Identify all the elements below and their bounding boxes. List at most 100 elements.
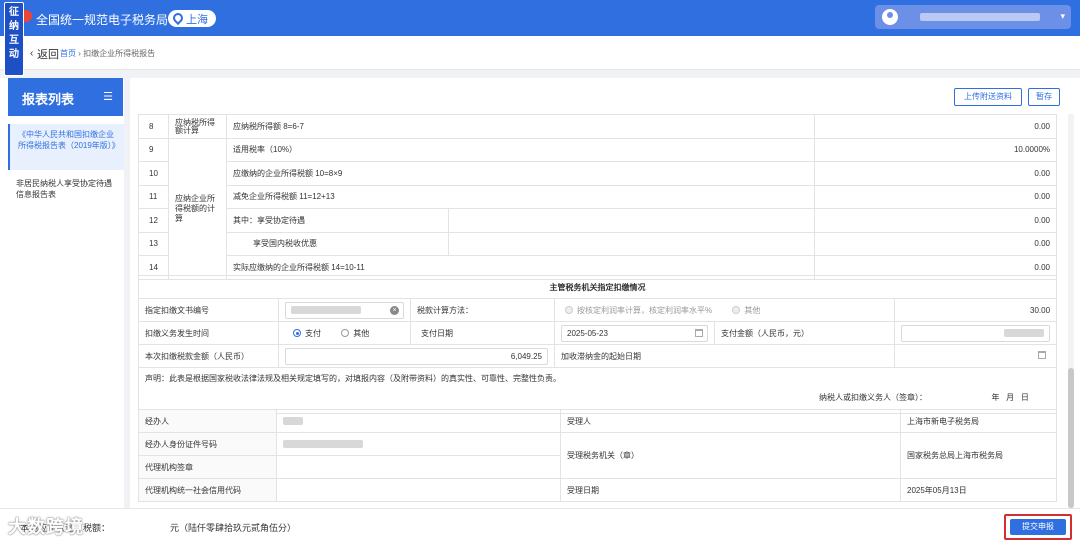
row-value: 0.00 [814, 208, 1057, 233]
pay-amount-input[interactable] [901, 324, 1051, 342]
accept-date-value: 2025年05月13日 [900, 478, 1057, 502]
table-row: 8 应纳税所得额计算 应纳税所得额 8=6-7 0.00 [138, 114, 1057, 139]
agency-seal-value [276, 455, 561, 479]
handler-table: 经办人 受理人 上海市新电子税务局 经办人身份证件号码 受理税务机关（章） 国家… [138, 409, 1057, 502]
back-button[interactable]: 返回 [37, 46, 59, 62]
table-row: 本次扣缴税款金额（人民币） 6,049.25 加收滞纳金的起始日期 [138, 344, 1058, 368]
badge-char: 互 [9, 35, 19, 46]
year-label: 年 [991, 393, 1000, 402]
blurred-value [283, 440, 363, 449]
blurred-value [291, 306, 361, 315]
row-label: 减免企业所得税额 11=12+13 [226, 184, 815, 209]
menu-icon[interactable]: ☰ [103, 90, 113, 103]
chevron-down-icon: ▾ [1060, 11, 1065, 21]
row-label: 应纳税所得额 8=6-7 [226, 114, 815, 139]
row-label: 适用税率（10%） [226, 137, 815, 162]
tax-amount-input[interactable]: 6,049.25 [285, 347, 548, 365]
upload-attachments-button[interactable]: 上传附送资料 [954, 88, 1022, 106]
blurred-value [283, 417, 303, 426]
calendar-icon[interactable] [1038, 350, 1047, 359]
pay-date-cell: 2025-05-23 [554, 321, 715, 345]
calendar-icon[interactable] [695, 328, 703, 337]
authority-value: 国家税务总局上海市税务局 [900, 432, 1057, 479]
user-name-blurred [920, 13, 1040, 21]
row-number: 11 [138, 184, 169, 209]
tax-calc-table: 8 应纳税所得额计算 应纳税所得额 8=6-7 0.00 9 应纳企业所得税额的… [138, 114, 1057, 280]
doc-number-cell: × [278, 298, 411, 322]
table-row: 经办人 受理人 上海市新电子税务局 [138, 409, 1057, 433]
field-label: 受理税务机关（章） [560, 432, 901, 479]
empty-cell [448, 208, 815, 233]
field-label: 本次扣缴税款金额（人民币） [138, 344, 279, 368]
submit-button[interactable]: 提交申报 [1010, 519, 1066, 535]
user-avatar-icon [882, 9, 898, 25]
region-selector[interactable]: 上海 [168, 10, 216, 27]
blurred-value [1004, 329, 1045, 338]
user-menu[interactable]: ▾ [875, 5, 1071, 29]
breadcrumb: 首页 › 扣缴企业所得税报告 [60, 48, 155, 59]
occur-radio-pay[interactable] [293, 329, 301, 338]
breadcrumb-separator: › [78, 49, 81, 58]
row-number: 13 [138, 231, 169, 256]
row-number: 9 [138, 137, 169, 162]
group-label-partial: 应纳税所得额计算 [168, 114, 227, 139]
calc-method-radio-other[interactable] [732, 306, 741, 315]
table-row: 经办人身份证件号码 受理税务机关（章） 国家税务总局上海市税务局 [138, 432, 1057, 479]
agent-id-value [276, 432, 561, 456]
tax-amount-cell: 6,049.25 [278, 344, 555, 368]
day-label: 日 [1020, 393, 1029, 402]
radio-label: 其他 [353, 328, 370, 338]
sidebar: 报表列表 ☰ 《中华人民共和国扣缴企业所得税报告表（2019年版）》 非居民纳税… [0, 78, 124, 508]
sidebar-item-main-report[interactable]: 《中华人民共和国扣缴企业所得税报告表（2019年版）》 [8, 124, 124, 170]
radio-label: 支付 [305, 328, 321, 338]
field-label: 指定扣缴文书编号 [138, 298, 279, 322]
section-title: 主管税务机关指定扣缴情况 [137, 275, 1058, 299]
region-label: 上海 [186, 14, 208, 26]
badge-char: 征 [9, 7, 19, 18]
table-row: 13 享受国内税收优惠 0.00 [138, 231, 1057, 256]
sidebar-header: 报表列表 ☰ [8, 78, 123, 116]
row-value: 10.0000% [814, 137, 1057, 162]
pay-amount-cell [893, 321, 1058, 345]
payable-suffix: 元（陆仟零肆拾玖元贰角伍分） [170, 523, 297, 533]
occur-time-cell: 支付 其他 [278, 321, 411, 345]
row-number: 10 [138, 161, 169, 186]
save-draft-button[interactable]: 暂存 [1028, 88, 1060, 106]
receiver-value: 上海市新电子税务局 [900, 409, 1057, 433]
breadcrumb-bar: ‹ 返回 首页 › 扣缴企业所得税报告 [0, 36, 1080, 70]
top-bar: 全国统一规范电子税务局 上海 ▾ [0, 0, 1080, 36]
declaration-text: 声明：此表是根据国家税收法律法规及相关规定填写的，对填报内容（及附带资料）的真实… [145, 374, 561, 383]
report-panel: 上传附送资料 暂存 8 应纳税所得额计算 应纳税所得额 8=6-7 0.00 9… [130, 78, 1080, 508]
row-label: 其中：享受协定待遇 [226, 208, 449, 233]
badge-char: 动 [9, 49, 19, 60]
occur-radio-other[interactable] [341, 329, 350, 338]
designation-table: 主管税务机关指定扣缴情况 指定扣缴文书编号 × 税款计算方法： 按核定利润率计算… [137, 275, 1058, 414]
table-row: 指定扣缴文书编号 × 税款计算方法： 按核定利润率计算，核定利润率水平% 其他 … [138, 298, 1058, 322]
calc-method-cell: 按核定利润率计算，核定利润率水平% 其他 [554, 298, 895, 322]
row-number: 8 [138, 114, 169, 139]
empty-cell [448, 231, 815, 256]
table-row: 扣缴义务发生时间 支付 其他 支付日期 2025-05-23 支付金额（人民币，… [138, 321, 1058, 345]
rate-value: 30.00 [893, 298, 1058, 322]
field-label: 经办人 [138, 409, 277, 433]
row-value: 0.00 [814, 114, 1057, 139]
sidebar-title: 报表列表 [22, 92, 75, 107]
scrollbar-thumb[interactable] [1068, 368, 1074, 508]
field-label: 支付日期 [410, 321, 555, 345]
pay-date-input[interactable]: 2025-05-23 [561, 324, 708, 342]
submit-highlight: 提交申报 [1004, 514, 1072, 540]
location-pin-icon [170, 10, 186, 26]
doc-number-input[interactable]: × [285, 301, 404, 319]
radio-label: 其他 [744, 305, 761, 315]
field-label: 受理日期 [560, 478, 901, 502]
row-value: 0.00 [814, 184, 1057, 209]
late-fee-date-input[interactable] [901, 348, 1050, 365]
field-label: 扣缴义务发生时间 [138, 321, 279, 345]
signer-label: 纳税人或扣缴义务人（签章）： [819, 393, 927, 402]
calc-method-radio-rate[interactable] [565, 306, 573, 315]
interaction-badge[interactable]: 征 纳 互 动 [4, 2, 24, 76]
back-arrow-icon[interactable]: ‹ [30, 48, 33, 59]
sidebar-item-treaty-report[interactable]: 非居民纳税人享受协定待遇信息报告表 [8, 178, 124, 200]
clear-icon[interactable]: × [390, 305, 399, 315]
breadcrumb-home[interactable]: 首页 [60, 49, 76, 58]
